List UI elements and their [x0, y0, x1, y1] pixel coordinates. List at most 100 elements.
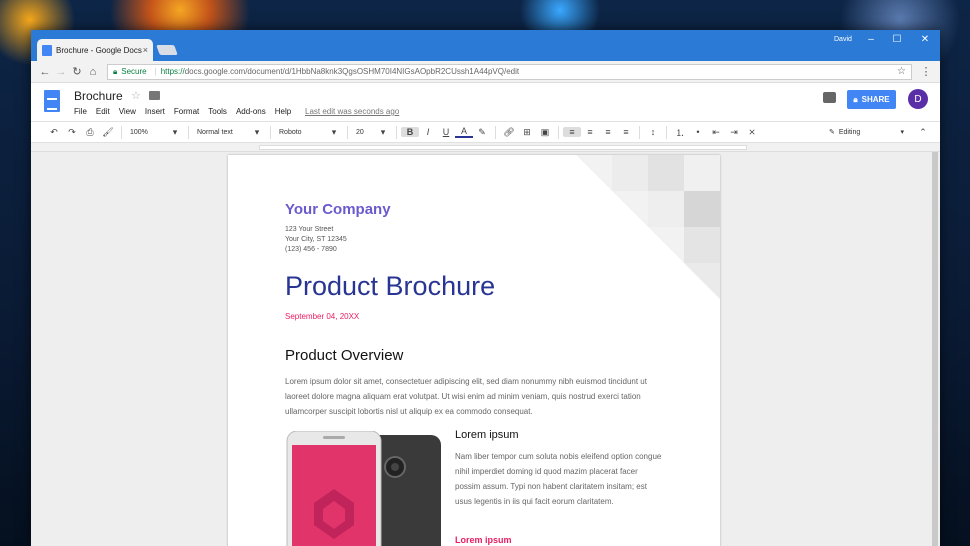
menu-help[interactable]: Help — [275, 107, 291, 116]
share-label: SHARE — [861, 95, 890, 104]
address-line: 123 Your Street — [285, 226, 334, 233]
editing-mode-select[interactable]: ✎ Editing ▾ — [829, 128, 904, 137]
undo-icon[interactable]: ↶ — [45, 127, 63, 138]
divider — [495, 125, 496, 139]
decrease-indent-icon[interactable]: ⇤ — [707, 127, 725, 138]
ruler[interactable] — [31, 143, 940, 152]
document-date: September 04, 20XX — [285, 312, 360, 321]
document-page[interactable]: Your Company 123 Your Street Your City, … — [228, 155, 720, 546]
ruler-track — [259, 145, 747, 150]
url-text: docs.google.com/document/d/1HbbNa8knk3Qg… — [184, 67, 520, 76]
secure-label: Secure — [121, 67, 147, 76]
avatar[interactable]: D — [908, 89, 928, 109]
increase-indent-icon[interactable]: ⇥ — [725, 127, 743, 138]
document-heading: Product Brochure — [285, 271, 496, 301]
formatting-toolbar: ↶ ↷ ⎙ 🖌︎ 100% ▾ Normal text ▾ Roboto ▾ 2… — [31, 121, 940, 143]
folder-icon[interactable] — [149, 91, 160, 100]
phone-illustration — [286, 431, 441, 546]
redo-icon[interactable]: ↷ — [63, 127, 81, 138]
title-bar: Brochure - Google Docs × David – ☐ ✕ — [31, 30, 940, 61]
menu-edit[interactable]: Edit — [96, 107, 110, 116]
sub-heading: Lorem ipsum — [455, 429, 519, 441]
menu-bar: File Edit View Insert Format Tools Add-o… — [74, 107, 291, 116]
highlight-icon[interactable]: ✎ — [473, 127, 491, 138]
align-left-icon[interactable]: ≡ — [563, 127, 581, 137]
align-center-icon[interactable]: ≡ — [581, 127, 599, 137]
profile-name[interactable]: David — [834, 36, 852, 43]
menu-file[interactable]: File — [74, 107, 87, 116]
share-button[interactable]: 🔒︎ SHARE — [847, 90, 896, 109]
align-justify-icon[interactable]: ≡ — [617, 127, 635, 137]
comments-icon[interactable] — [823, 92, 836, 103]
docs-logo-icon[interactable] — [44, 90, 60, 112]
scrollbar[interactable] — [932, 152, 938, 546]
chevron-down-icon: ▾ — [380, 126, 386, 137]
bookmark-star-icon[interactable]: ☆ — [897, 66, 906, 77]
maximize-icon[interactable]: ☐ — [887, 34, 907, 45]
divider — [121, 125, 122, 139]
browser-menu-icon[interactable]: ⋮ — [918, 65, 934, 78]
chevron-down-icon: ▾ — [254, 126, 260, 137]
section-paragraph: Lorem ipsum dolor sit amet, consectetuer… — [285, 377, 647, 416]
document-title[interactable]: Brochure — [74, 89, 123, 103]
forward-icon[interactable]: → — [53, 66, 69, 78]
document-canvas: Your Company 123 Your Street Your City, … — [31, 152, 940, 546]
sub-paragraph: Nam liber tempor cum soluta nobis eleife… — [455, 452, 662, 506]
print-icon[interactable]: ⎙ — [81, 127, 99, 138]
bulleted-list-icon[interactable]: • — [689, 127, 707, 137]
tab-title: Brochure - Google Docs — [56, 45, 142, 55]
underline-icon[interactable]: U — [437, 127, 455, 137]
browser-window: Brochure - Google Docs × David – ☐ ✕ ← →… — [31, 30, 940, 546]
company-name: Your Company — [285, 201, 391, 218]
font-size-select[interactable]: 20 — [352, 129, 374, 136]
chevron-down-icon: ▾ — [331, 126, 337, 137]
minimize-icon[interactable]: – — [861, 34, 881, 45]
last-edit-link[interactable]: Last edit was seconds ago — [305, 107, 399, 116]
decorative-pattern — [576, 155, 720, 299]
sub-heading-2: Lorem ipsum — [455, 535, 512, 545]
lock-small-icon: 🔒︎ — [853, 94, 858, 104]
divider — [347, 125, 348, 139]
section-heading: Product Overview — [285, 347, 404, 364]
paint-format-icon[interactable]: 🖌︎ — [99, 127, 117, 138]
font-select[interactable]: Roboto — [275, 129, 325, 136]
address-bar-row: ← → ↻ ⌂ 🔒︎ Secure | https:// docs.google… — [31, 61, 940, 83]
menu-tools[interactable]: Tools — [208, 107, 227, 116]
menu-insert[interactable]: Insert — [145, 107, 165, 116]
menu-view[interactable]: View — [119, 107, 136, 116]
address-line: Your City, ST 12345 — [285, 236, 347, 243]
back-icon[interactable]: ← — [37, 66, 53, 78]
divider — [270, 125, 271, 139]
docs-header: Brochure ☆ File Edit View Insert Format … — [31, 83, 940, 121]
menu-format[interactable]: Format — [174, 107, 199, 116]
numbered-list-icon[interactable]: ⒈ — [671, 126, 689, 139]
menu-addons[interactable]: Add-ons — [236, 107, 266, 116]
tab-close-icon[interactable]: × — [143, 45, 148, 55]
collapse-toolbar-icon[interactable]: ⌃ — [914, 127, 932, 138]
image-icon[interactable]: ▣ — [536, 127, 554, 138]
divider — [639, 125, 640, 139]
text-color-icon[interactable]: A — [455, 126, 473, 138]
style-select[interactable]: Normal text — [193, 129, 248, 136]
docs-favicon-icon — [42, 44, 52, 56]
home-icon[interactable]: ⌂ — [85, 66, 101, 78]
align-right-icon[interactable]: ≡ — [599, 127, 617, 137]
close-window-icon[interactable]: ✕ — [915, 34, 935, 45]
link-icon[interactable]: 🔗︎ — [500, 127, 518, 138]
chevron-down-icon: ▾ — [900, 129, 904, 136]
phone-line: (123) 456 - 7890 — [285, 246, 337, 253]
reload-icon[interactable]: ↻ — [69, 65, 85, 78]
editing-label: Editing — [838, 128, 861, 136]
pencil-icon: ✎ — [829, 129, 835, 136]
chevron-down-icon: ▾ — [172, 126, 178, 137]
new-tab-button[interactable] — [156, 45, 178, 55]
comment-add-icon[interactable]: ⊞ — [518, 127, 536, 138]
zoom-select[interactable]: 100% — [126, 129, 166, 136]
browser-tab[interactable]: Brochure - Google Docs × — [37, 39, 153, 61]
clear-formatting-icon[interactable]: ⨯ — [743, 127, 761, 138]
line-spacing-icon[interactable]: ↕ — [644, 127, 662, 137]
bold-icon[interactable]: B — [401, 127, 419, 137]
italic-icon[interactable]: I — [419, 127, 437, 137]
url-input[interactable]: 🔒︎ Secure | https:// docs.google.com/doc… — [107, 63, 912, 80]
star-icon[interactable]: ☆ — [131, 89, 141, 102]
